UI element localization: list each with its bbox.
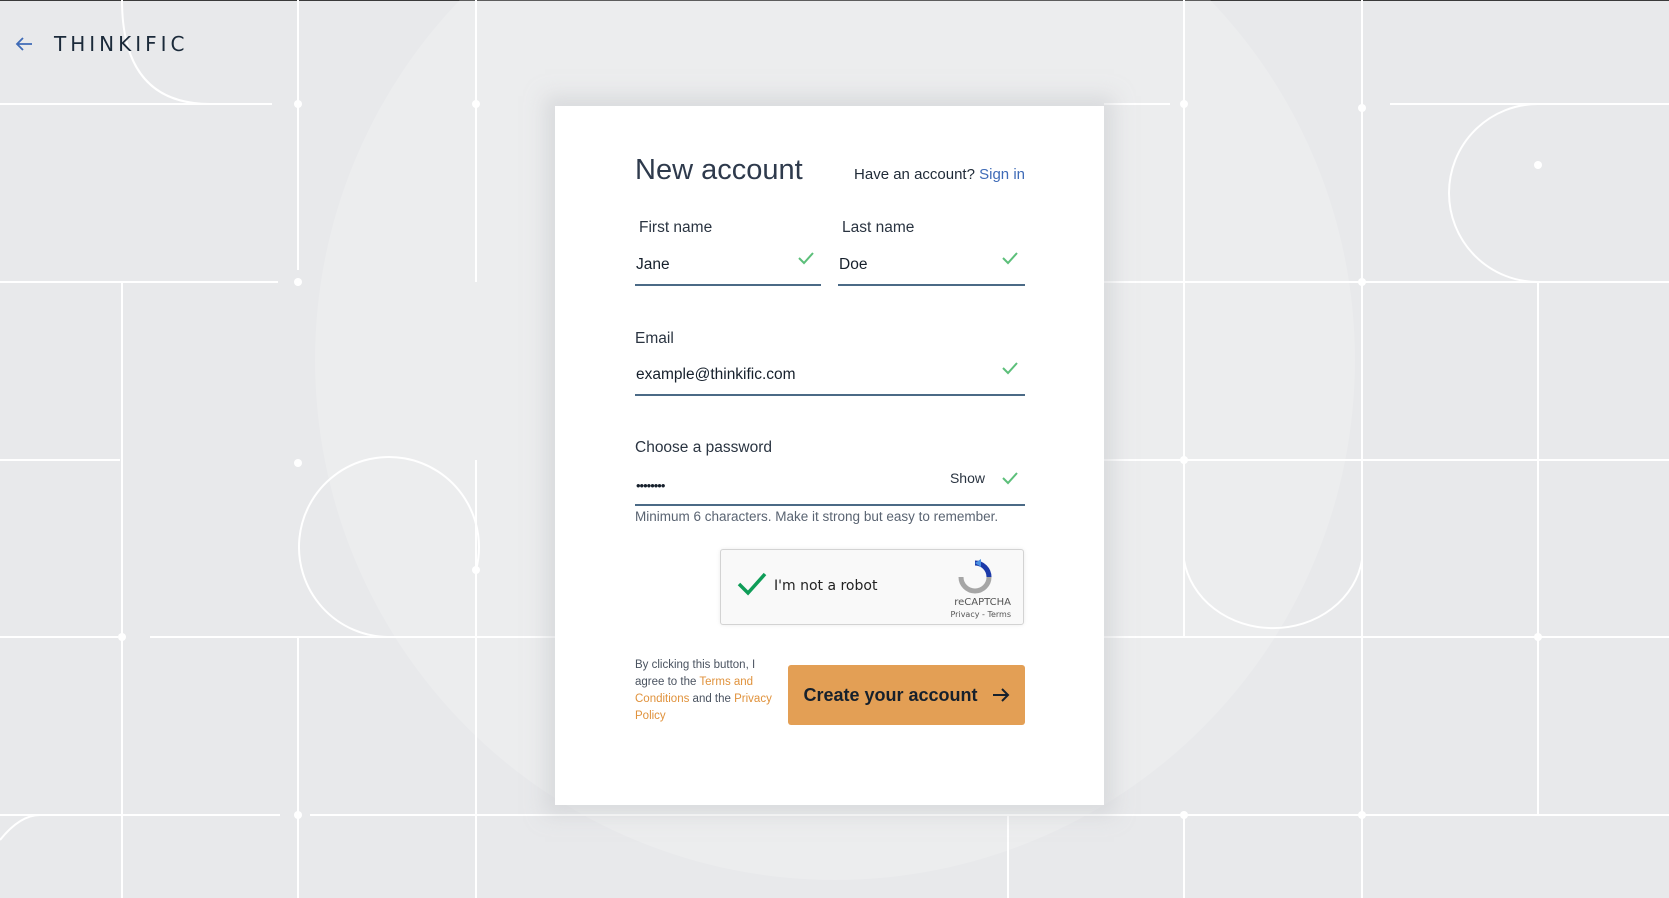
create-account-button[interactable]: Create your account: [788, 665, 1025, 725]
signin-prompt: Have an account? Sign in: [854, 166, 1025, 183]
email-label: Email: [635, 330, 674, 347]
email-field: Email example@thinkific.com: [635, 330, 1025, 396]
first-name-input[interactable]: Jane: [635, 246, 821, 286]
show-password-button[interactable]: Show: [950, 470, 985, 486]
page-title: New account: [635, 154, 803, 186]
captcha-brand: reCAPTCHA: [954, 597, 1011, 608]
arrow-right-icon: [992, 688, 1009, 702]
password-field: Choose a password •••••••• Show: [635, 439, 1025, 506]
checkmark-icon: [798, 252, 814, 265]
last-name-input[interactable]: Doe: [838, 246, 1025, 286]
password-label: Choose a password: [635, 439, 772, 456]
email-value: example@thinkific.com: [636, 366, 796, 383]
first-name-field: First name Jane: [635, 219, 821, 286]
last-name-field: Last name Doe: [838, 219, 1025, 286]
first-name-value: Jane: [636, 256, 670, 273]
create-account-label: Create your account: [803, 684, 978, 705]
captcha-links[interactable]: Privacy - Terms: [951, 610, 1012, 619]
last-name-value: Doe: [839, 256, 868, 273]
checkmark-icon: [1002, 252, 1018, 265]
recaptcha-widget[interactable]: I'm not a robot reCAPTCHA Privacy - Term…: [720, 549, 1024, 625]
recaptcha-logo-icon: [958, 559, 992, 594]
captcha-checkmark-icon[interactable]: [737, 571, 767, 597]
password-value: ••••••••: [636, 477, 665, 493]
legal-text: By clicking this button, I agree to the …: [635, 657, 780, 725]
card-header: New account Have an account? Sign in: [635, 154, 1025, 187]
email-input[interactable]: example@thinkific.com: [635, 356, 1025, 396]
thinkific-logo[interactable]: THINKIFIC: [54, 32, 189, 56]
header: THINKIFIC: [14, 30, 189, 58]
captcha-label: I'm not a robot: [774, 578, 878, 594]
signup-card: New account Have an account? Sign in Fir…: [555, 106, 1104, 805]
signin-link[interactable]: Sign in: [979, 166, 1025, 183]
last-name-label: Last name: [842, 219, 915, 236]
checkmark-icon: [1002, 362, 1018, 375]
have-account-text: Have an account?: [854, 166, 975, 183]
password-input[interactable]: •••••••• Show: [635, 466, 1025, 506]
legal-middle: and the: [692, 693, 731, 705]
first-name-label: First name: [639, 219, 713, 236]
arrow-left-icon[interactable]: [14, 34, 34, 54]
checkmark-icon: [1002, 472, 1018, 485]
password-hint: Minimum 6 characters. Make it strong but…: [635, 509, 999, 524]
